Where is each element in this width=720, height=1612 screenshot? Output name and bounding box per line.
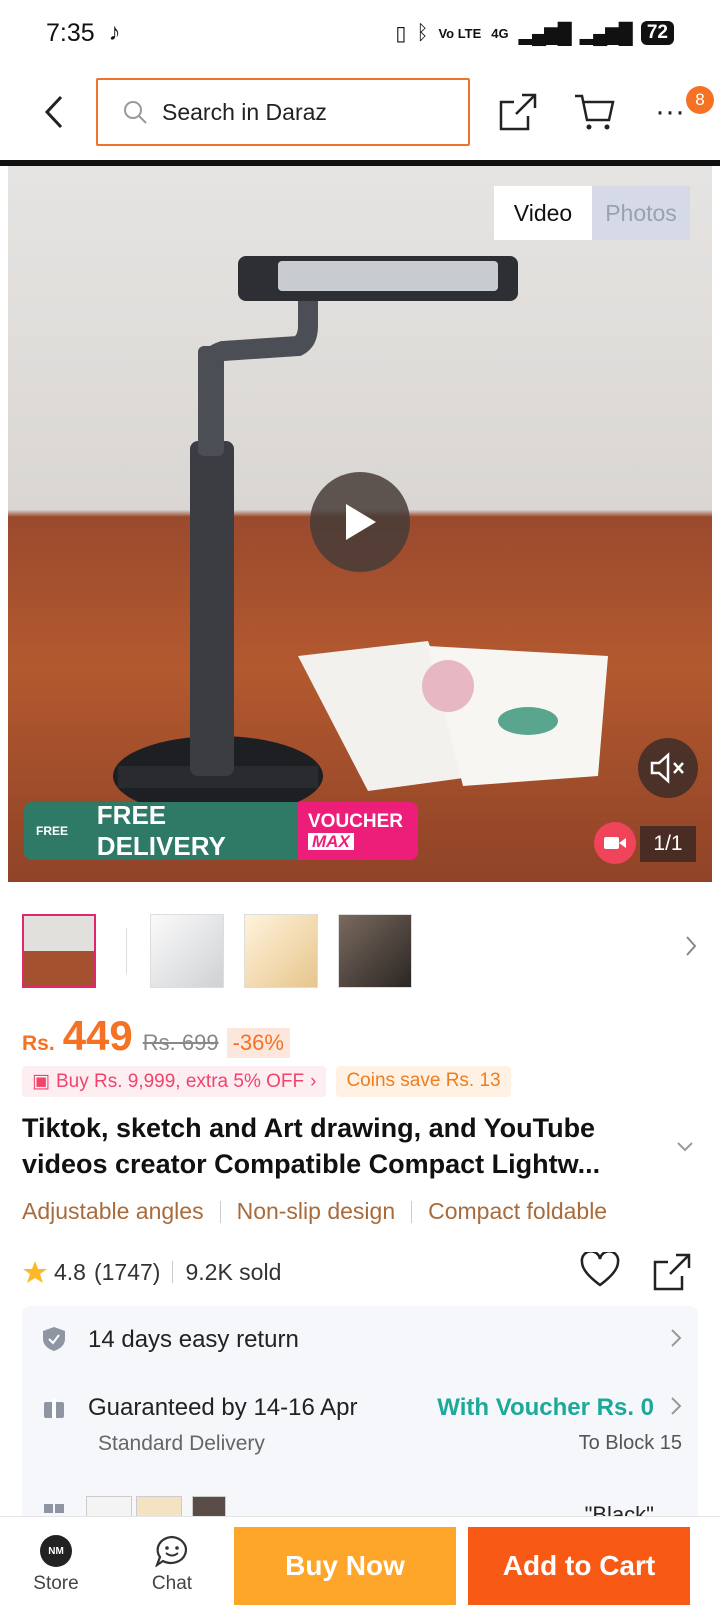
price-row: Rs. 449 Rs. 699 -36% (22, 1012, 290, 1060)
media-tabs: Video Photos (494, 186, 690, 240)
package-icon (44, 1398, 64, 1418)
signal-icon: ▂▄▆█ (518, 22, 572, 45)
delivery-row[interactable]: Guaranteed by 14-16 Apr With Voucher Rs.… (22, 1372, 698, 1472)
search-placeholder: Search in Daraz (162, 98, 327, 125)
current-price: 449 (62, 1012, 133, 1059)
currency-label: Rs. (22, 1032, 55, 1055)
review-count[interactable]: (1747) (94, 1259, 160, 1286)
status-indicators: ▯ ᛒ Vo LTE 4G ▂▄▆█ ▂▄▆█ 72 (395, 21, 674, 46)
bottom-action-bar: NM Store Chat Buy Now Add to Cart (0, 1516, 720, 1612)
expand-title-button[interactable] (676, 1140, 694, 1158)
feature-divider (411, 1200, 413, 1223)
chevron-right-icon (686, 936, 697, 956)
voucher-delivery-label: With Voucher Rs. 0 (437, 1394, 654, 1421)
store-logo-icon: NM (40, 1535, 72, 1567)
thumbnail-divider (126, 928, 127, 974)
top-navigation: Search in Daraz ··· (0, 76, 720, 148)
truck-icon: FREE (36, 824, 69, 838)
share-icon (499, 93, 537, 131)
rating-row: 4.8 (1747) 9.2K sold (22, 1250, 698, 1294)
cart-button[interactable] (570, 88, 618, 136)
more-icon: ··· (655, 95, 685, 128)
volte-label: Vo LTE (438, 25, 482, 41)
feature-tag: Compact foldable (428, 1198, 608, 1224)
vibrate-icon: ▯ (395, 22, 407, 45)
back-button[interactable] (34, 90, 74, 134)
chevron-down-icon (677, 1142, 693, 1152)
play-icon (346, 504, 376, 540)
promo-row: ▣ Buy Rs. 9,999, extra 5% OFF › Coins sa… (22, 1066, 511, 1097)
chat-label: Chat (151, 1573, 193, 1594)
store-button[interactable]: NM Store (6, 1517, 106, 1612)
free-delivery-badge: FREE FREE DELIVERY (24, 800, 298, 861)
chat-icon (155, 1535, 188, 1567)
chevron-right-icon (670, 1396, 682, 1421)
status-time: 7:35 (46, 18, 95, 47)
free-delivery-label: FREE DELIVERY (96, 800, 226, 861)
network-label: 4G (491, 25, 509, 41)
status-bar: 7:35 ♪ ▯ ᛒ Vo LTE 4G ▂▄▆█ ▂▄▆█ 72 (0, 0, 720, 66)
product-media[interactable]: Video Photos FREE FREE DELIVERY VOUCHER … (8, 166, 712, 882)
video-camera-icon (594, 822, 636, 864)
promo-offer-label: Buy Rs. 9,999, extra 5% OFF (55, 1070, 305, 1092)
mute-button[interactable] (638, 738, 698, 798)
share-button[interactable] (494, 88, 542, 136)
notification-badge: 8 (686, 86, 714, 114)
shield-icon (43, 1327, 65, 1351)
delivery-location-label: To Block 15 (578, 1432, 682, 1454)
product-title: Tiktok, sketch and Art drawing, and YouT… (22, 1113, 601, 1179)
store-label: Store (33, 1573, 79, 1594)
chevron-left-icon (44, 95, 63, 129)
voucher-max-badge: VOUCHER MAX (298, 802, 418, 860)
tiktok-icon: ♪ (108, 19, 121, 46)
tab-photos[interactable]: Photos (592, 186, 690, 240)
bluetooth-icon: ᛒ (416, 21, 429, 44)
wishlist-button[interactable] (580, 1250, 620, 1294)
discount-badge: -36% (226, 1028, 290, 1058)
tag-icon: ▣ (32, 1071, 50, 1092)
heart-icon (580, 1250, 620, 1287)
chevron-right-icon (670, 1328, 682, 1353)
thumbnails-next-button[interactable] (684, 934, 698, 963)
share-icon (653, 1253, 691, 1291)
media-counter: 1/1 (640, 826, 696, 862)
play-button[interactable] (310, 472, 410, 572)
chat-button[interactable]: Chat (122, 1517, 222, 1612)
add-to-cart-button[interactable]: Add to Cart (468, 1527, 690, 1605)
promo-offer[interactable]: ▣ Buy Rs. 9,999, extra 5% OFF › (22, 1066, 327, 1097)
guarantee-label: Guaranteed by 14-16 Apr (88, 1394, 358, 1421)
rating-divider (172, 1261, 174, 1283)
cart-icon (575, 94, 615, 130)
chevron-right-icon: › (310, 1070, 317, 1092)
feature-divider (219, 1200, 221, 1223)
voucher-label: VOUCHER (308, 811, 404, 832)
feature-tag: Adjustable angles (22, 1198, 204, 1224)
speaker-muted-icon (650, 752, 684, 784)
original-price: Rs. 699 (142, 1030, 219, 1055)
thumbnail-strip (22, 914, 698, 990)
feature-tag: Non-slip design (236, 1198, 396, 1224)
star-icon (23, 1261, 47, 1283)
return-policy-label: 14 days easy return (88, 1326, 299, 1353)
search-input[interactable]: Search in Daraz (96, 78, 470, 146)
return-policy-row[interactable]: 14 days easy return (22, 1306, 698, 1372)
coins-badge: Coins save Rs. 13 (336, 1066, 511, 1097)
rating-value: 4.8 (54, 1258, 86, 1285)
thumbnail-image[interactable] (244, 914, 318, 988)
share-product-button[interactable] (652, 1252, 692, 1298)
search-icon (124, 101, 147, 124)
delivery-type-label: Standard Delivery (98, 1432, 265, 1455)
thumbnail-image[interactable] (150, 914, 224, 988)
feature-tags: Adjustable angles Non-slip design Compac… (22, 1198, 607, 1225)
service-info-card: 14 days easy return Guaranteed by 14-16 … (22, 1306, 698, 1526)
voucher-max-label: MAX (308, 833, 354, 850)
sold-count: 9.2K sold (185, 1258, 282, 1285)
signal-icon: ▂▄▆█ (579, 22, 633, 45)
battery-indicator: 72 (640, 21, 674, 45)
buy-now-button[interactable]: Buy Now (234, 1527, 456, 1605)
thumbnail-image[interactable] (338, 914, 412, 988)
tab-video[interactable]: Video (494, 186, 592, 240)
thumbnail-video[interactable] (22, 914, 96, 988)
